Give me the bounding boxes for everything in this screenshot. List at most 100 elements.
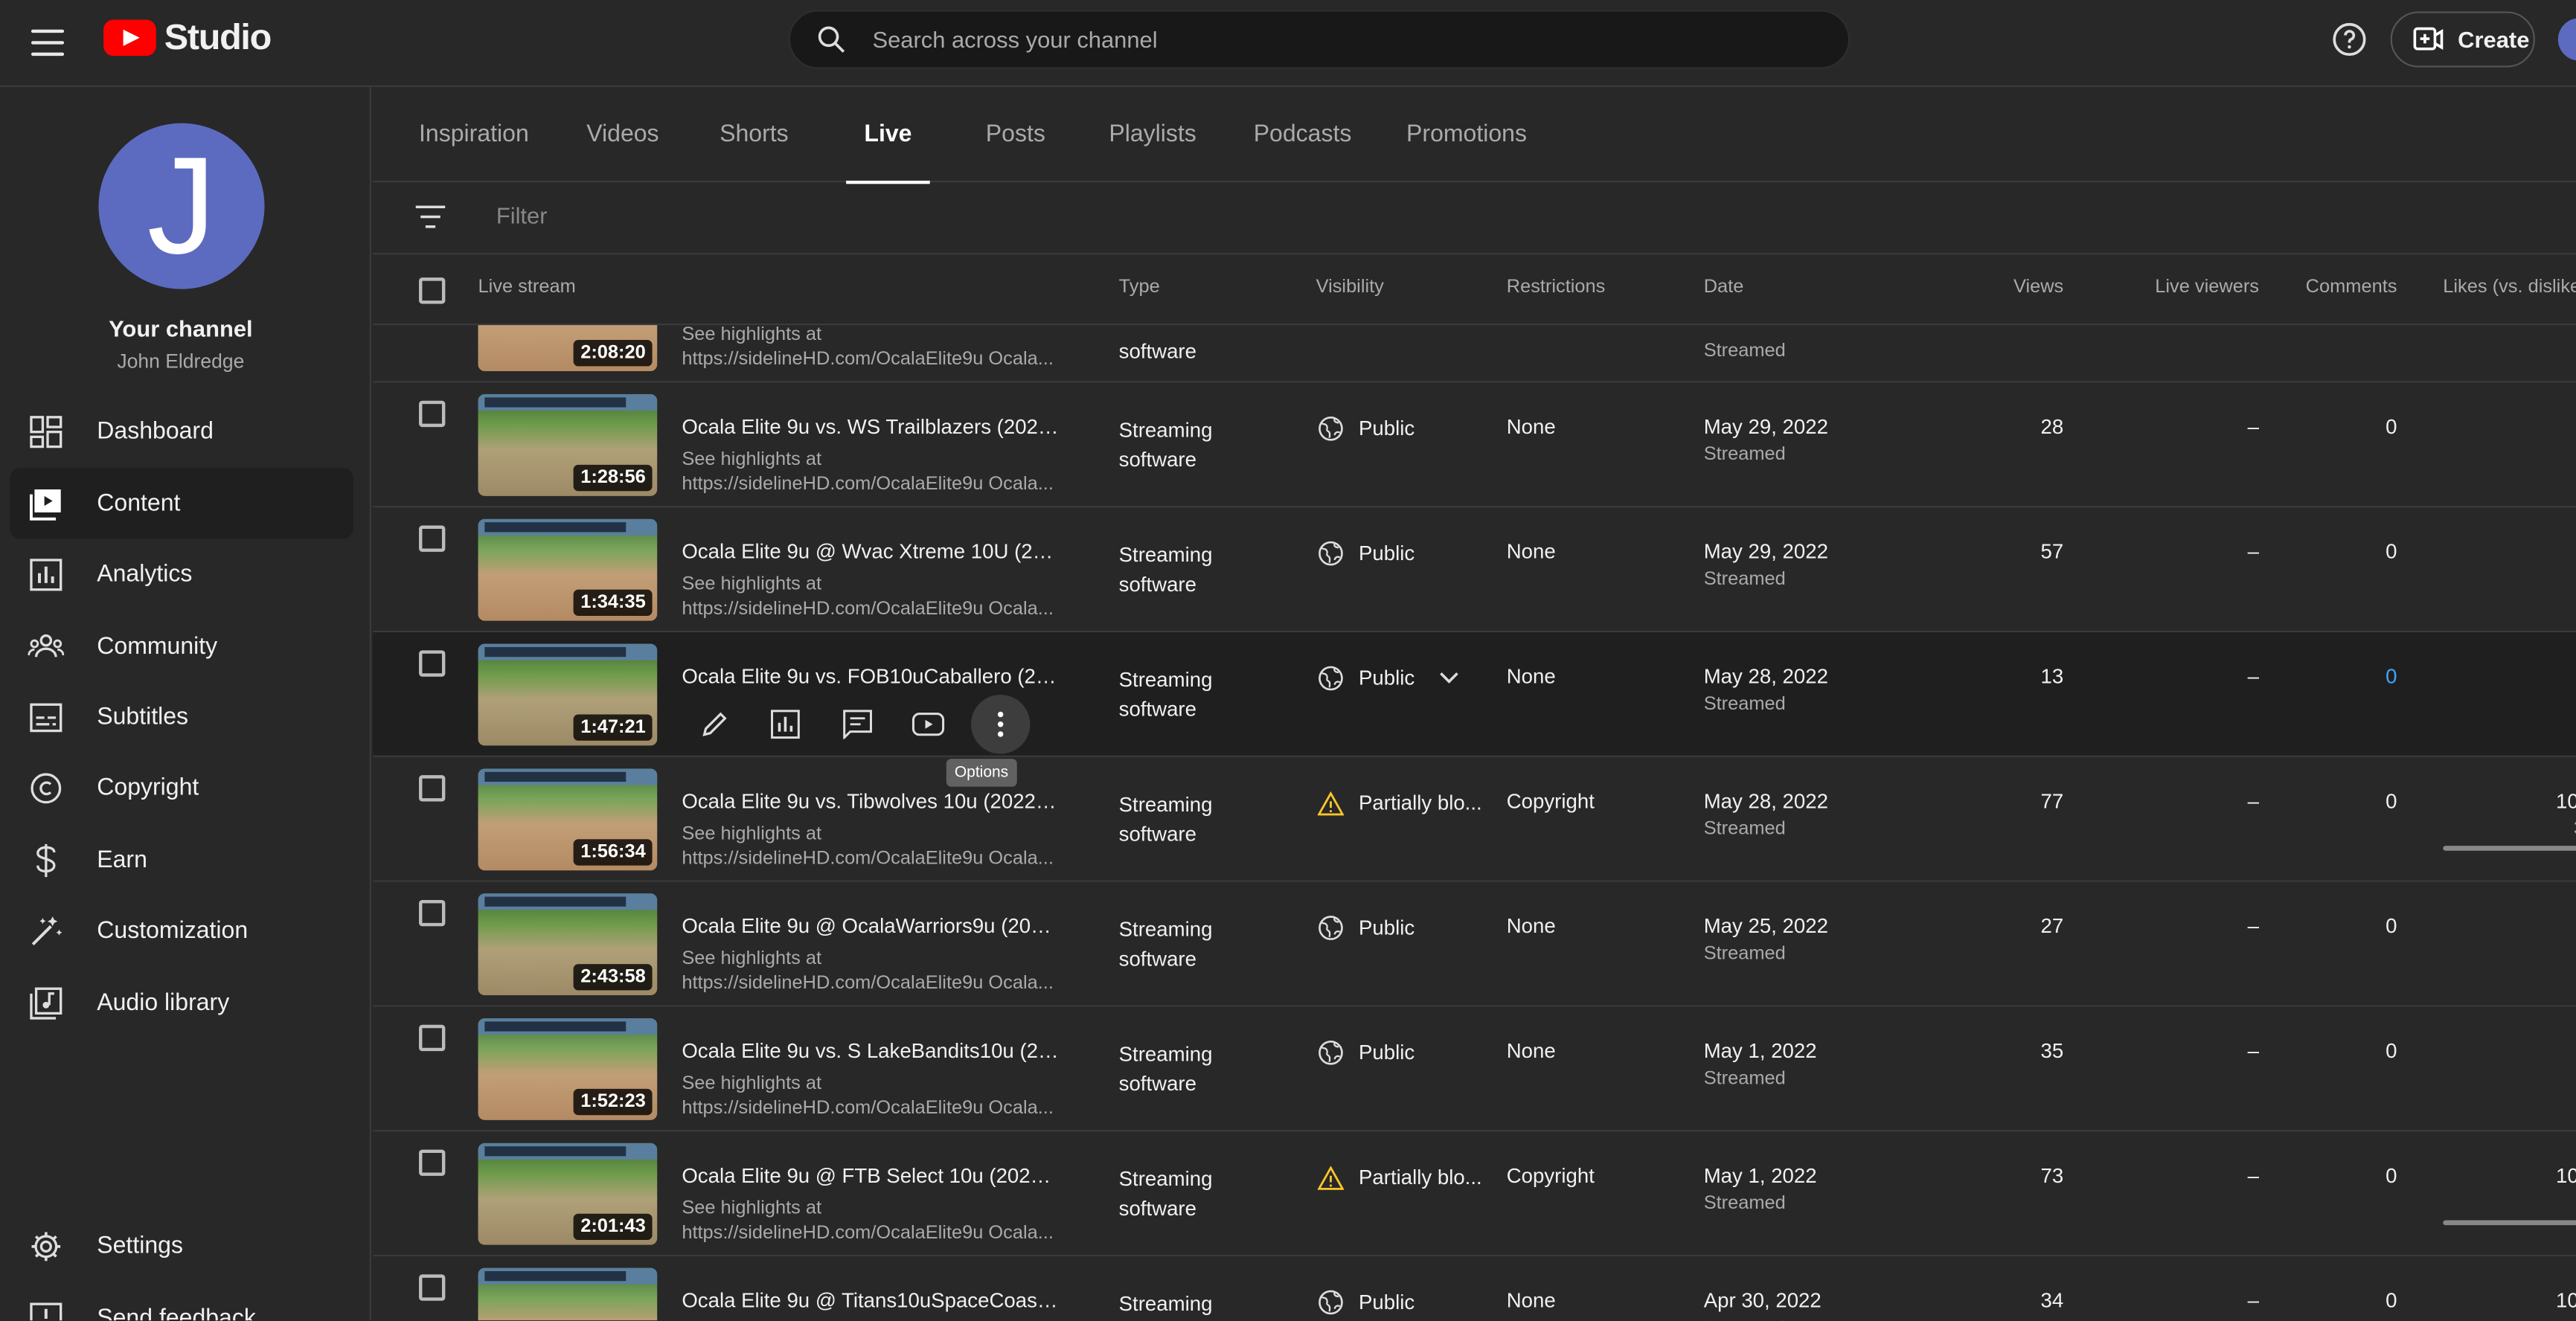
video-duration: 2:08:20: [574, 340, 653, 367]
video-title[interactable]: Ocala Elite 9u vs. WS Trailblazers (2022…: [682, 416, 1060, 439]
video-duration: 1:52:23: [574, 1088, 653, 1116]
sidebar-item-subtitles[interactable]: Subtitles: [10, 681, 353, 752]
tab-videos[interactable]: Videos: [586, 87, 659, 182]
chevron-down-icon[interactable]: [1439, 672, 1458, 685]
tab-podcasts[interactable]: Podcasts: [1254, 87, 1352, 182]
desc-line: See highlights at: [682, 824, 822, 844]
video-thumbnail[interactable]: 2:01:43: [478, 1142, 658, 1245]
video-thumbnail[interactable]: 1:34:35: [478, 518, 658, 621]
tab-playlists[interactable]: Playlists: [1109, 87, 1196, 182]
table-row[interactable]: 1:52:23 Ocala Elite 9u vs. S LakeBandits1…: [373, 1007, 2576, 1132]
row-checkbox[interactable]: [419, 1149, 446, 1176]
comments-icon[interactable]: [821, 698, 893, 751]
row-checkbox[interactable]: [419, 775, 446, 802]
tab-posts[interactable]: Posts: [986, 87, 1045, 182]
row-checkbox[interactable]: [419, 525, 446, 552]
tab-promotions[interactable]: Promotions: [1406, 87, 1527, 182]
video-description: See highlights at https://sidelineHD.com/…: [682, 1073, 1060, 1120]
video-thumbnail[interactable]: 1:56:34: [478, 768, 658, 871]
desc-line: https://sidelineHD.com/OcalaElite9u Ocal…: [682, 598, 1054, 619]
date-cell: May 29, 2022 Streamed: [1704, 416, 1828, 465]
col-type[interactable]: Type: [1119, 277, 1160, 297]
tab-shorts[interactable]: Shorts: [720, 87, 789, 182]
sidebar-item-settings[interactable]: Settings: [10, 1210, 353, 1281]
video-title[interactable]: Ocala Elite 9u vs. Tibwolves 10u (2022.0…: [682, 790, 1060, 813]
row-checkbox[interactable]: [419, 1024, 446, 1052]
more-options-icon[interactable]: [970, 694, 1031, 754]
comments-value[interactable]: 0: [2386, 665, 2397, 688]
channel-avatar[interactable]: J: [98, 123, 265, 289]
stream-type-line: software: [1118, 823, 1196, 846]
table-row[interactable]: 2:43:58 Ocala Elite 9u @ OcalaWarriors9u …: [373, 882, 2576, 1007]
globe-icon: [1318, 665, 1344, 691]
video-title[interactable]: Ocala Elite 9u @ FTB Select 10u (2022.05…: [682, 1164, 1060, 1187]
edit-details-icon[interactable]: [679, 698, 750, 751]
sidebar-item-copyright[interactable]: Copyright: [10, 752, 353, 823]
row-checkbox[interactable]: [419, 1274, 446, 1301]
col-live-viewers[interactable]: Live viewers: [2155, 277, 2259, 297]
video-thumbnail[interactable]: 2:08:20: [478, 325, 658, 372]
row-checkbox[interactable]: [419, 899, 446, 927]
desc-line: See highlights at: [682, 949, 822, 969]
col-likes[interactable]: Likes (vs. dislikes): [2443, 277, 2576, 297]
col-live-stream[interactable]: Live stream: [478, 277, 576, 297]
table-row[interactable]: Ocala Elite 9u @ Titans10uSpaceCoast (2.…: [373, 1256, 2576, 1321]
table-row[interactable]: 1:47:21 Ocala Elite 9u vs. FOB10uCaballer…: [373, 632, 2576, 757]
table-row[interactable]: 1:34:35 Ocala Elite 9u @ Wvac Xtreme 10U …: [373, 507, 2576, 633]
sidebar-item-label: Customization: [97, 917, 249, 944]
table-row[interactable]: 1:56:34 Ocala Elite 9u vs. Tibwolves 10u …: [373, 757, 2576, 882]
col-date[interactable]: Date: [1704, 277, 1744, 297]
sidebar-item-dashboard[interactable]: Dashboard: [10, 396, 353, 466]
row-checkbox[interactable]: [419, 400, 446, 428]
date-cell: May 1, 2022 Streamed: [1704, 1040, 1817, 1089]
sidebar-item-content[interactable]: Content: [10, 468, 353, 539]
sidebar: J Your channel John Eldredge Dashboard C…: [0, 87, 372, 1321]
video-title[interactable]: Ocala Elite 9u vs. S LakeBandits10u (202…: [682, 1040, 1060, 1063]
video-thumbnail[interactable]: 1:47:21: [478, 643, 658, 746]
date-cell: May 28, 2022 Streamed: [1704, 790, 1828, 839]
sidebar-item-analytics[interactable]: Analytics: [10, 539, 353, 609]
col-views[interactable]: Views: [2013, 277, 2063, 297]
table-header: Live stream Type Visibility Restrictions…: [373, 254, 2576, 326]
row-checkbox[interactable]: [419, 650, 446, 677]
sidebar-item-customization[interactable]: Customization: [10, 895, 353, 965]
studio-logo[interactable]: Studio: [103, 16, 272, 59]
table-row[interactable]: 1:28:56 Ocala Elite 9u vs. WS Trailblazer…: [373, 382, 2576, 508]
video-title[interactable]: Ocala Elite 9u @ Wvac Xtreme 10U (2022..…: [682, 540, 1060, 563]
col-visibility[interactable]: Visibility: [1316, 277, 1384, 297]
visibility-cell[interactable]: Public: [1318, 665, 1459, 691]
filter-input[interactable]: [496, 202, 794, 228]
video-thumbnail[interactable]: 1:28:56: [478, 393, 658, 496]
filter-icon[interactable]: [415, 204, 446, 230]
table-row[interactable]: 2:08:20 See highlights at https://sidelin…: [373, 325, 2576, 383]
video-title[interactable]: Ocala Elite 9u @ Titans10uSpaceCoast (2.…: [682, 1289, 1060, 1312]
video-thumbnail[interactable]: [478, 1267, 658, 1321]
create-button[interactable]: Create: [2390, 11, 2535, 68]
sidebar-item-audio-library[interactable]: Audio library: [10, 968, 353, 1038]
live-viewers-value: –: [2247, 665, 2259, 689]
desc-line: See highlights at: [682, 1074, 822, 1094]
visibility-cell: Public: [1318, 540, 1414, 566]
video-thumbnail[interactable]: 2:43:58: [478, 893, 658, 996]
tab-live[interactable]: Live: [846, 87, 930, 184]
youtube-play-icon[interactable]: [893, 698, 964, 751]
col-restrictions[interactable]: Restrictions: [1507, 277, 1606, 297]
menu-icon[interactable]: [30, 25, 66, 61]
col-comments[interactable]: Comments: [2306, 277, 2397, 297]
help-icon[interactable]: [2331, 22, 2368, 58]
select-all-checkbox[interactable]: [419, 277, 446, 304]
date-value: May 28, 2022: [1703, 665, 1828, 689]
sidebar-item-label: Earn: [97, 846, 147, 873]
account-avatar[interactable]: [2557, 18, 2576, 61]
analytics-icon[interactable]: [750, 698, 821, 751]
sidebar-item-community[interactable]: Community: [10, 611, 353, 681]
tab-inspiration[interactable]: Inspiration: [419, 87, 529, 182]
video-title[interactable]: Ocala Elite 9u @ OcalaWarriors9u (2022.0…: [682, 915, 1060, 938]
search-input[interactable]: [872, 26, 1792, 53]
sidebar-item-earn[interactable]: Earn: [10, 824, 353, 895]
video-title[interactable]: Ocala Elite 9u vs. FOB10uCaballero (2022…: [682, 665, 1060, 688]
table-row[interactable]: 2:01:43 Ocala Elite 9u @ FTB Select 10u (…: [373, 1131, 2576, 1257]
search-box[interactable]: [788, 10, 1851, 69]
sidebar-item-send-feedback[interactable]: Send feedback: [10, 1282, 353, 1321]
video-thumbnail[interactable]: 1:52:23: [478, 1018, 658, 1120]
